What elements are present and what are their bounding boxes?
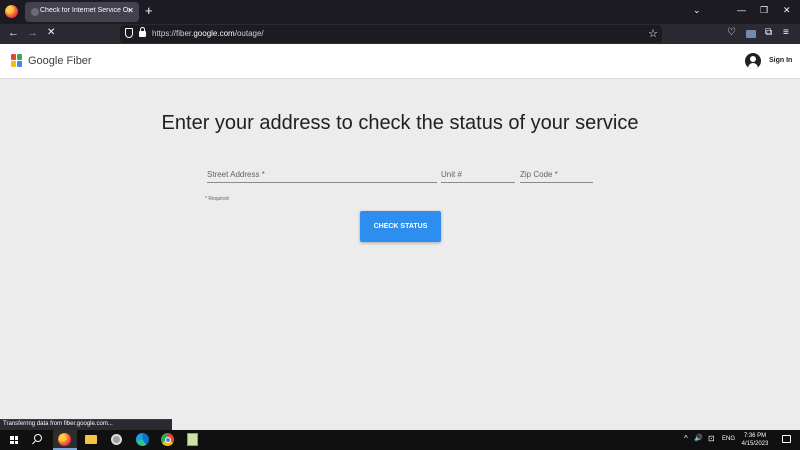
tab-title: Check for Internet Service Outa xyxy=(40,7,130,14)
tracking-protection-icon[interactable] xyxy=(125,28,133,38)
windows-logo-icon xyxy=(10,440,14,444)
edge-icon[interactable] xyxy=(136,433,149,446)
windows-logo-icon xyxy=(14,436,18,440)
lock-icon[interactable] xyxy=(139,27,146,37)
tab-close-icon[interactable]: ✕ xyxy=(127,6,134,15)
file-explorer-icon[interactable] xyxy=(85,435,97,444)
bookmark-star-icon[interactable]: ☆ xyxy=(648,27,658,40)
firefox-view-icon[interactable] xyxy=(5,5,18,18)
logo-segment-blue xyxy=(17,61,22,67)
logo-segment-green xyxy=(17,54,22,60)
account-icon-head xyxy=(750,56,756,62)
pocket-icon[interactable]: ♡ xyxy=(727,27,736,38)
forward-icon[interactable]: → xyxy=(27,27,38,39)
account-icon-body xyxy=(748,63,758,69)
zip-code-input[interactable]: Zip Code * xyxy=(520,166,593,183)
site-header: Google Fiber Sign In xyxy=(0,44,800,79)
logo-segment-red xyxy=(11,54,16,60)
tray-chevron-icon[interactable]: ^ xyxy=(684,434,688,443)
taskbar: ^ 🔊 ⊡ ENG 7:36 PM 4/15/2023 xyxy=(0,430,800,450)
windows-logo-icon xyxy=(14,440,18,444)
extensions-icon[interactable]: ⧉ xyxy=(765,27,772,38)
notepad-icon[interactable] xyxy=(187,433,198,446)
minimize-icon[interactable]: — xyxy=(737,5,746,15)
url-prefix: https://fiber. xyxy=(152,29,194,38)
account-icon[interactable] xyxy=(745,53,761,69)
search-icon[interactable] xyxy=(34,434,42,442)
extension-icon[interactable] xyxy=(746,30,756,38)
page-title: Enter your address to check the status o… xyxy=(161,112,639,134)
check-status-button[interactable]: CHECK STATUS xyxy=(360,211,441,242)
firefox-taskbar-icon[interactable] xyxy=(58,433,71,446)
language-indicator[interactable]: ENG xyxy=(722,436,735,442)
chrome-icon-center xyxy=(164,436,171,443)
unit-input[interactable]: Unit # xyxy=(441,166,515,183)
url-text[interactable]: https://fiber.google.com/outage/ xyxy=(152,29,264,38)
logo-segment-yellow xyxy=(11,61,16,67)
required-note: * Required xyxy=(205,196,229,202)
stop-loading-icon[interactable]: ✕ xyxy=(47,27,55,38)
browser-tab-strip: Check for Internet Service Outa ✕ + ⌄ — … xyxy=(0,0,800,24)
unit-placeholder: Unit # xyxy=(441,170,462,179)
restore-icon[interactable]: ❐ xyxy=(760,5,768,16)
browser-nav-bar: ← → ✕ https://fiber.google.com/outage/ ☆… xyxy=(0,24,800,44)
brand-name[interactable]: Google Fiber xyxy=(28,55,92,67)
url-domain: google.com xyxy=(193,29,235,38)
start-button[interactable] xyxy=(10,436,18,444)
url-bar[interactable]: https://fiber.google.com/outage/ ☆ xyxy=(120,25,662,43)
url-path: /outage/ xyxy=(234,29,264,38)
clock-time: 7:36 PM xyxy=(743,433,767,439)
browser-tab[interactable]: Check for Internet Service Outa ✕ xyxy=(25,2,139,22)
window-close-icon[interactable]: ✕ xyxy=(783,5,791,16)
zip-code-placeholder: Zip Code * xyxy=(520,170,558,179)
new-tab-button[interactable]: + xyxy=(145,3,153,18)
network-icon[interactable]: ⊡ xyxy=(708,434,715,443)
taskbar-clock[interactable]: 7:36 PM 4/15/2023 xyxy=(735,432,775,448)
street-address-input[interactable]: Street Address * xyxy=(207,166,437,183)
back-icon[interactable]: ← xyxy=(8,27,19,39)
tab-favicon-icon xyxy=(31,8,39,16)
chrome-icon[interactable] xyxy=(161,433,174,446)
google-fiber-logo-icon[interactable] xyxy=(11,54,23,67)
street-address-placeholder: Street Address * xyxy=(207,170,265,179)
windows-logo-icon xyxy=(10,436,14,440)
sign-in-link[interactable]: Sign In xyxy=(769,57,792,64)
menu-icon[interactable]: ≡ xyxy=(783,27,789,38)
status-text: Transferring data from fiber.google.com.… xyxy=(3,421,113,427)
list-all-tabs-icon[interactable]: ⌄ xyxy=(693,5,701,16)
clock-date: 4/15/2023 xyxy=(741,441,769,447)
notifications-icon[interactable] xyxy=(782,435,791,443)
volume-icon[interactable]: 🔊 xyxy=(694,434,703,442)
app-taskbar-icon[interactable] xyxy=(111,434,122,445)
status-bar: Transferring data from fiber.google.com.… xyxy=(0,419,172,430)
